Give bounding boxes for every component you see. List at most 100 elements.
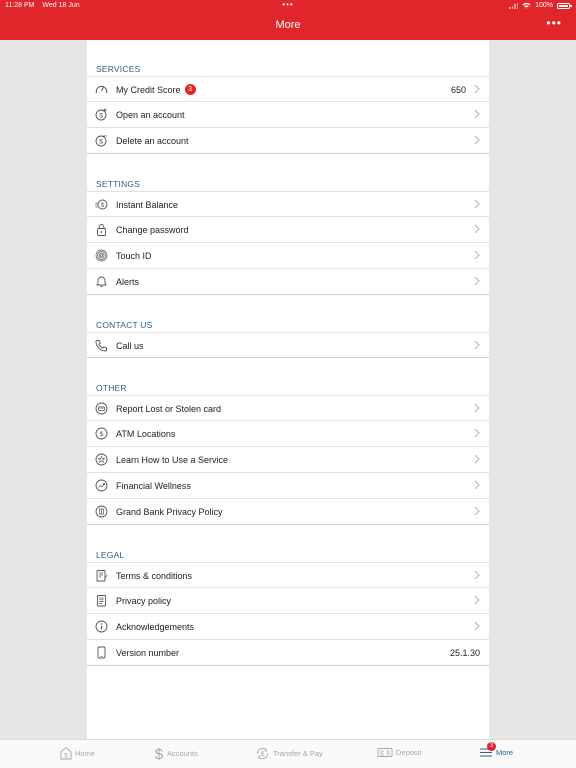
row-label: Grand Bank Privacy Policy — [116, 507, 223, 517]
bank-icon — [95, 505, 108, 518]
row-learn-how-to-use-service[interactable]: Learn How to Use a Service — [87, 447, 489, 473]
row-my-credit-score[interactable]: My Credit Score 3 650 — [87, 76, 489, 102]
chevron-right-icon — [474, 84, 480, 94]
row-report-lost-card[interactable]: Report Lost or Stolen card — [87, 395, 489, 421]
tab-home[interactable]: $ Home — [60, 746, 95, 760]
wellness-icon — [95, 479, 108, 492]
tab-label: Home — [75, 748, 96, 758]
svg-text:$: $ — [99, 138, 103, 145]
row-call-us[interactable]: Call us — [87, 332, 489, 358]
page-title: More — [275, 19, 301, 31]
version-value: 25.1.30 — [449, 648, 480, 658]
svg-text:$: $ — [261, 751, 265, 758]
fingerprint-icon — [95, 249, 108, 262]
phone-device-icon — [95, 646, 108, 659]
row-change-password[interactable]: Change password — [87, 217, 489, 243]
tab-deposit[interactable]: $ Deposit — [377, 746, 421, 758]
wifi-icon — [522, 2, 531, 9]
credit-score-value: 650 — [450, 85, 466, 95]
section-header-contact-us: CONTACT US — [96, 320, 153, 330]
svg-text:$: $ — [100, 431, 104, 438]
notification-badge: 3 — [184, 84, 196, 96]
document-pen-icon — [95, 569, 108, 582]
signal-icon — [509, 2, 519, 9]
row-label: Version number — [116, 648, 180, 658]
chevron-right-icon — [474, 250, 480, 260]
row-label: Call us — [116, 341, 144, 351]
document-icon — [95, 594, 108, 607]
tab-label: Transfer & Pay — [273, 749, 323, 758]
section-header-services: SERVICES — [96, 64, 141, 74]
ellipsis-icon[interactable]: ••• — [546, 16, 562, 30]
chevron-right-icon — [474, 454, 480, 464]
section-header-legal: LEGAL — [96, 550, 125, 560]
svg-text:$: $ — [99, 112, 103, 119]
status-time: 11:28 PM — [5, 2, 35, 9]
transfer-icon: $ — [257, 747, 268, 760]
row-touch-id[interactable]: Touch ID — [87, 243, 489, 269]
status-left: 11:28 PM Wed 18 Jun — [5, 2, 86, 9]
row-label: ATM Locations — [116, 429, 176, 439]
row-acknowledgements[interactable]: Acknowledgements — [87, 614, 489, 640]
chevron-right-icon — [474, 428, 480, 438]
battery-icon — [557, 2, 572, 9]
row-label: Touch ID — [116, 251, 152, 261]
dollar-icon: $ — [155, 746, 164, 761]
row-label: Privacy policy — [116, 596, 172, 606]
status-bar: 11:28 PM Wed 18 Jun ••• 100% — [0, 0, 576, 12]
tab-more[interactable]: 3 More — [479, 742, 513, 758]
row-version-number: Version number 25.1.30 — [87, 640, 489, 666]
row-atm-locations[interactable]: $ ATM Locations — [87, 421, 489, 447]
navigation-header: More ••• — [0, 12, 576, 40]
row-label: My Credit Score 3 — [116, 84, 196, 96]
row-instant-balance[interactable]: $ Instant Balance — [87, 191, 489, 217]
battery-percent: 100% — [535, 2, 553, 9]
speedometer-icon — [95, 83, 108, 96]
row-label: Financial Wellness — [116, 481, 191, 491]
bell-icon — [95, 275, 108, 288]
row-label: Learn How to Use a Service — [116, 455, 229, 465]
status-date: Wed 18 Jun — [42, 2, 80, 9]
tab-bar: $ Home $ Accounts $ Transfer & Pay $ Dep… — [0, 739, 576, 768]
chevron-right-icon — [474, 340, 480, 350]
row-label: Change password — [116, 225, 189, 235]
lock-icon — [95, 223, 108, 236]
row-open-an-account[interactable]: $ Open an account — [87, 102, 489, 128]
tab-label: Accounts — [167, 749, 198, 758]
row-alerts[interactable]: Alerts — [87, 269, 489, 295]
chevron-right-icon — [474, 403, 480, 413]
tab-accounts[interactable]: $ Accounts — [154, 746, 198, 761]
section-header-other: OTHER — [96, 383, 127, 393]
row-label: Open an account — [116, 110, 185, 120]
home-icon: $ — [60, 746, 72, 760]
multitask-dots[interactable]: ••• — [282, 0, 293, 9]
instant-balance-icon: $ — [95, 198, 108, 211]
row-privacy-policy[interactable]: Privacy policy — [87, 588, 489, 614]
chevron-right-icon — [474, 480, 480, 490]
tab-label: Deposit — [396, 747, 422, 757]
chevron-right-icon — [474, 621, 480, 631]
row-label: Instant Balance — [116, 200, 179, 210]
chevron-right-icon — [474, 595, 480, 605]
tab-transfer-pay[interactable]: $ Transfer & Pay — [255, 746, 323, 761]
row-terms-conditions[interactable]: Terms & conditions — [87, 562, 489, 588]
dollar-minus-icon: $ — [95, 134, 108, 147]
row-financial-wellness[interactable]: Financial Wellness — [87, 473, 489, 499]
card-icon — [95, 402, 108, 415]
row-delete-an-account[interactable]: $ Delete an account — [87, 128, 489, 154]
row-label: Acknowledgements — [116, 622, 195, 632]
atm-icon: $ — [95, 427, 108, 440]
row-label: Report Lost or Stolen card — [116, 404, 222, 414]
chevron-right-icon — [474, 199, 480, 209]
chevron-right-icon — [474, 109, 480, 119]
section-header-settings: SETTINGS — [96, 179, 141, 189]
chevron-right-icon — [474, 224, 480, 234]
row-label: Alerts — [116, 277, 140, 287]
phone-icon — [95, 339, 108, 352]
star-icon — [95, 453, 108, 466]
row-privacy-policy-bank[interactable]: Grand Bank Privacy Policy — [87, 499, 489, 525]
dollar-plus-icon: $ — [95, 108, 108, 121]
chevron-right-icon — [474, 570, 480, 580]
info-icon — [95, 620, 108, 633]
svg-text:$: $ — [155, 746, 164, 761]
